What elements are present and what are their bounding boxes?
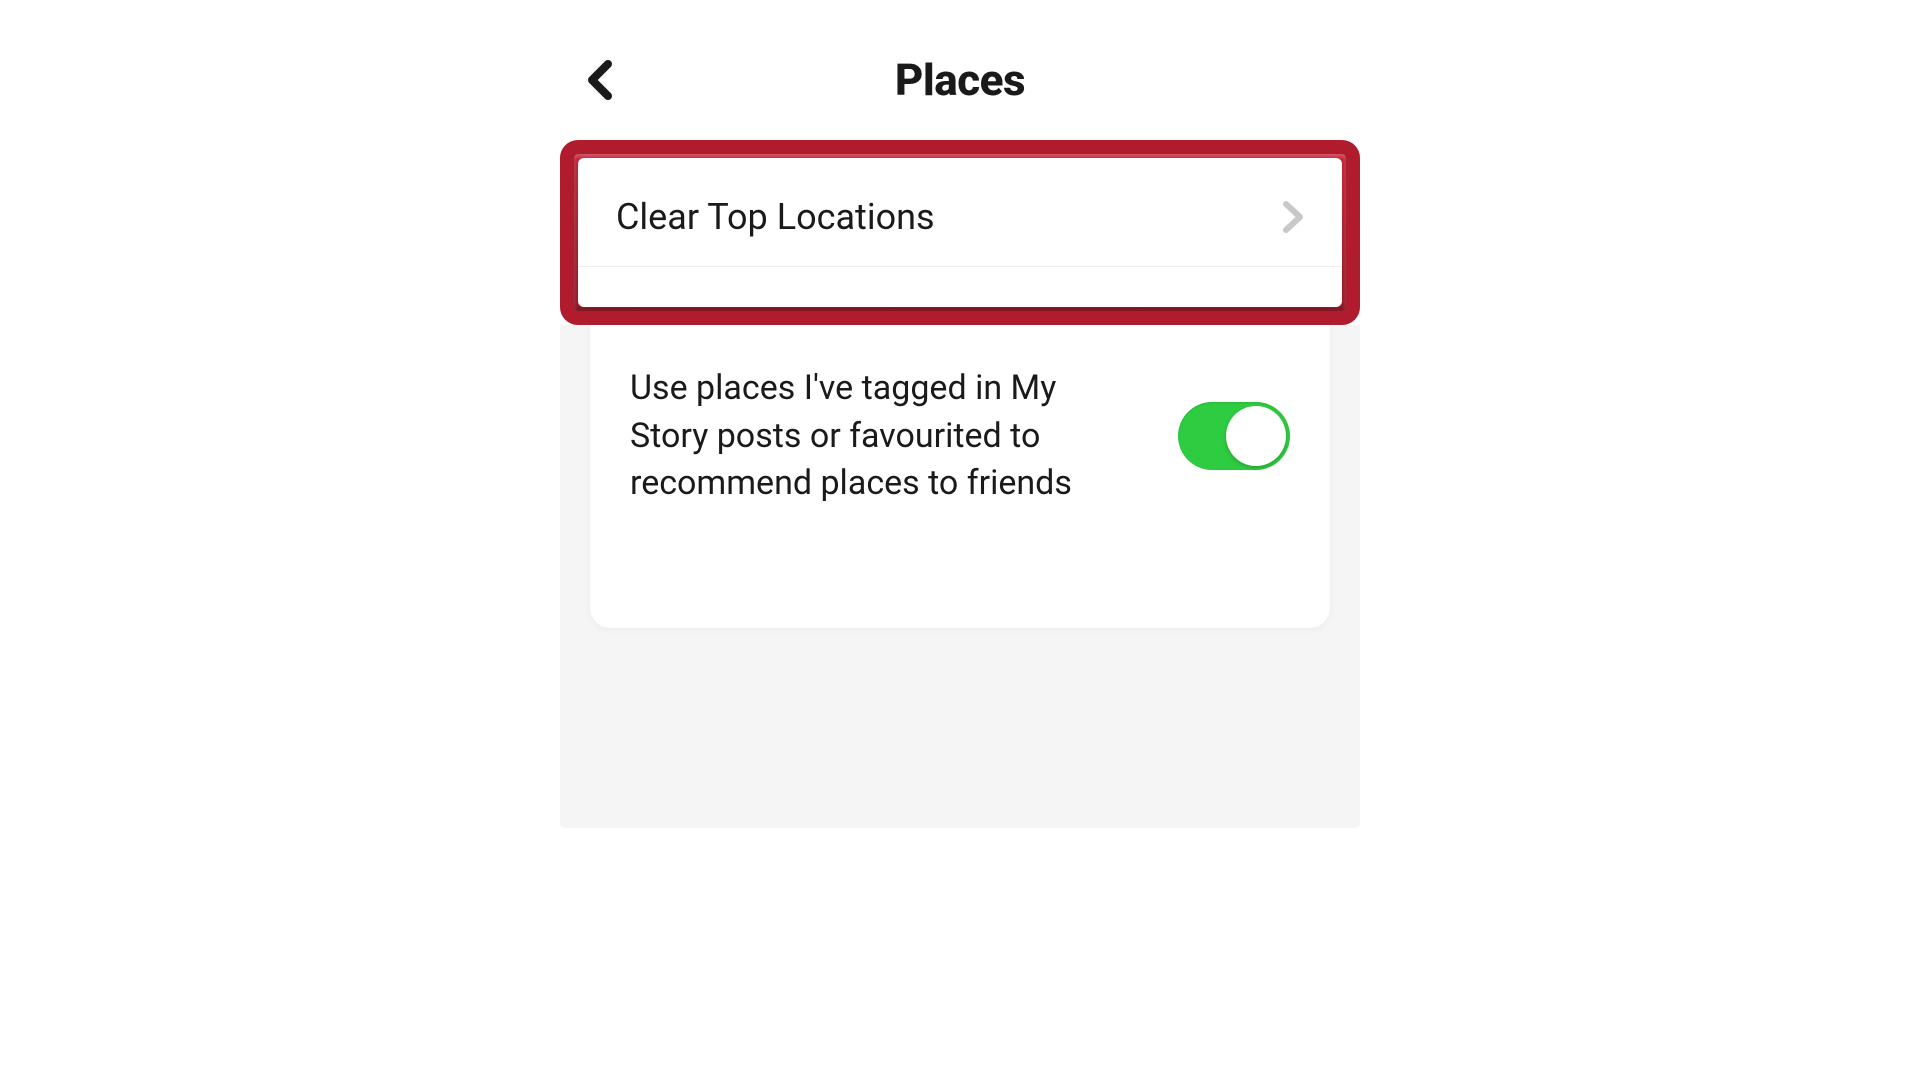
highlight-annotation: Clear Top Locations [560,140,1360,325]
header: Places [550,40,1370,120]
recommend-places-row: Use places I've tagged in My Story posts… [590,325,1330,628]
back-button[interactable] [580,60,620,100]
recommend-places-label: Use places I've tagged in My Story posts… [630,365,1138,508]
toggle-knob [1226,406,1286,466]
clear-top-locations-label: Clear Top Locations [616,196,935,238]
page-title: Places [895,54,1025,106]
recommend-places-toggle[interactable] [1178,402,1290,470]
clear-top-locations-row[interactable]: Clear Top Locations [578,188,1342,267]
chevron-right-icon [1282,200,1304,234]
chevron-left-icon [586,60,614,100]
lower-background: Use places I've tagged in My Story posts… [560,325,1360,828]
places-settings-screen: Places Clear Top Locations Use places I'… [550,40,1370,828]
card-top: Clear Top Locations [578,158,1342,307]
